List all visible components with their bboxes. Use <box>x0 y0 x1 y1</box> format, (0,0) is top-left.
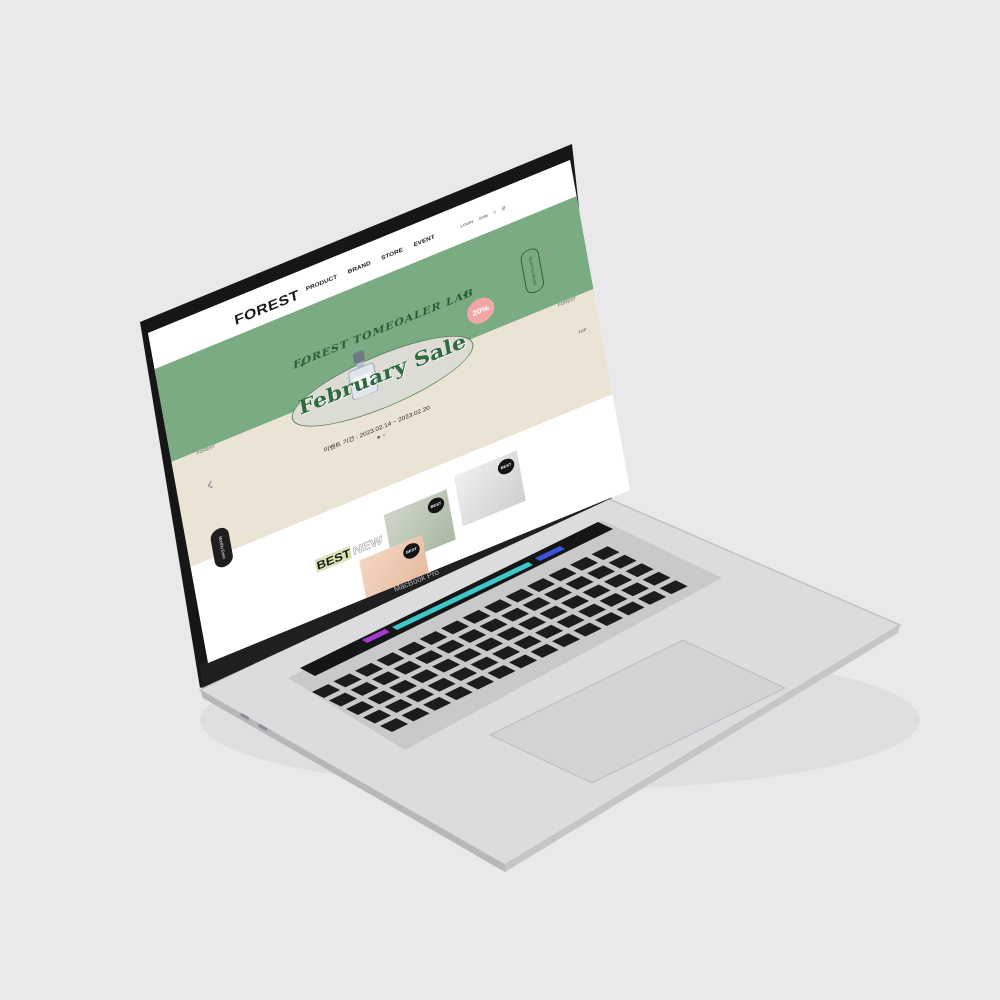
nav-item-store[interactable]: STORE <box>381 247 404 261</box>
utility-nav: LOGIN JOIN ○ ⚲ <box>460 205 506 229</box>
nav-item-event[interactable]: EVENT <box>413 234 435 248</box>
best-badge: BEST <box>402 540 421 562</box>
product-card[interactable]: BEST <box>453 450 526 527</box>
login-link[interactable]: LOGIN <box>460 219 473 228</box>
slider-dot[interactable] <box>382 433 386 437</box>
user-icon[interactable]: ○ <box>493 209 497 215</box>
search-icon[interactable]: ⚲ <box>501 205 506 212</box>
top-button[interactable]: TOP <box>578 327 587 334</box>
nav-item-brand[interactable]: BRAND <box>347 261 371 276</box>
join-link[interactable]: JOIN <box>478 213 488 221</box>
laptop-mockup-scene: MacBook Pro FOREST PRODUCT BRAND STORE E… <box>0 0 1000 1000</box>
best-badge: BEST <box>426 494 446 516</box>
best-badge: BEST <box>496 456 516 477</box>
slider-dots <box>377 433 386 439</box>
slider-dot-active[interactable] <box>377 435 381 439</box>
monthly-event-button[interactable]: Monthly Event <box>209 525 235 571</box>
best-tab[interactable]: BEST <box>314 545 353 573</box>
chevron-left-icon[interactable]: ‹ <box>205 473 215 496</box>
nav-item-product[interactable]: PRODUCT <box>306 274 338 292</box>
